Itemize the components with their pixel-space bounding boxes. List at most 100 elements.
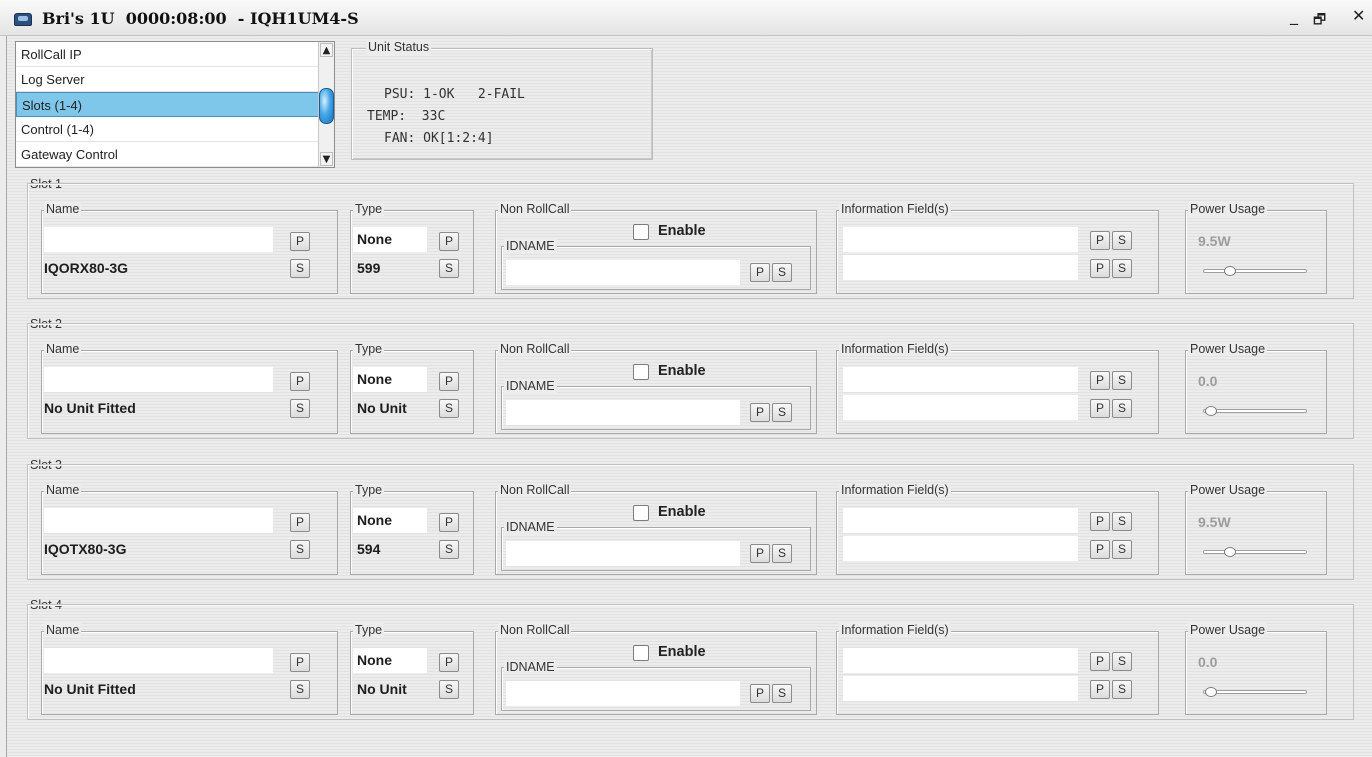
power-slider-track[interactable] [1203, 690, 1307, 694]
minimize-button[interactable]: _ [1290, 6, 1298, 25]
type-top-value: None [357, 371, 392, 387]
name-s-button[interactable]: S [290, 680, 310, 699]
info-input-2[interactable] [843, 536, 1078, 561]
info1-s-button[interactable]: S [1112, 371, 1132, 390]
list-item-log-server[interactable]: Log Server [16, 67, 322, 92]
idname-label: IDNAME [504, 660, 557, 674]
idname-p-button[interactable]: P [750, 403, 770, 422]
idname-input[interactable] [506, 260, 740, 285]
name-input[interactable] [44, 227, 273, 252]
idname-input[interactable] [506, 681, 740, 706]
idname-s-button[interactable]: S [772, 544, 792, 563]
type-s-button[interactable]: S [439, 680, 459, 699]
type-s-button[interactable]: S [439, 399, 459, 418]
type-s-button[interactable]: S [439, 540, 459, 559]
idname-s-button[interactable]: S [772, 403, 792, 422]
power-value: 0.0 [1198, 654, 1218, 670]
power-slider-thumb[interactable] [1223, 266, 1236, 276]
power-slider-thumb[interactable] [1205, 687, 1217, 697]
name-p-button[interactable]: P [290, 232, 310, 251]
list-item-control[interactable]: Control (1-4) [16, 117, 322, 142]
info2-p-button[interactable]: P [1090, 399, 1110, 418]
list-item-gateway-control[interactable]: Gateway Control [16, 142, 322, 167]
type-p-button[interactable]: P [439, 653, 459, 672]
temp-status: TEMP: 33C [367, 109, 446, 124]
info2-p-button[interactable]: P [1090, 259, 1110, 278]
restore-button[interactable]: 🗗 [1313, 9, 1326, 33]
info-input-2[interactable] [843, 676, 1078, 701]
info2-s-button[interactable]: S [1112, 680, 1132, 699]
enable-checkbox[interactable] [633, 224, 649, 240]
power-group-label: Power Usage [1188, 623, 1268, 637]
info1-p-button[interactable]: P [1090, 231, 1110, 250]
power-group-label: Power Usage [1188, 483, 1268, 497]
info-input-1[interactable] [843, 227, 1078, 252]
power-slider-thumb[interactable] [1205, 406, 1217, 416]
info-group: Information Field(s) P S P S [836, 342, 1159, 434]
non-rollcall-group: Non RollCall Enable IDNAME P S [495, 483, 817, 575]
info2-p-button[interactable]: P [1090, 540, 1110, 559]
type-p-button[interactable]: P [439, 513, 459, 532]
info2-s-button[interactable]: S [1112, 259, 1132, 278]
name-s-button[interactable]: S [290, 259, 310, 278]
enable-checkbox[interactable] [633, 364, 649, 380]
name-input[interactable] [44, 508, 273, 533]
info-input-2[interactable] [843, 395, 1078, 420]
type-p-button[interactable]: P [439, 232, 459, 251]
idname-p-button[interactable]: P [750, 684, 770, 703]
slot-frame: Name P S IQOTX80-3G Type None P S 594 No… [27, 464, 1354, 580]
scroll-down-button[interactable]: ▼ [320, 152, 333, 166]
enable-checkbox[interactable] [633, 645, 649, 661]
enable-checkbox[interactable] [633, 505, 649, 521]
power-slider-track[interactable] [1203, 269, 1307, 273]
list-scrollbar[interactable]: ▲ ▼ [318, 42, 334, 167]
name-input[interactable] [44, 367, 273, 392]
info-input-2[interactable] [843, 255, 1078, 280]
info2-p-button[interactable]: P [1090, 680, 1110, 699]
info2-s-button[interactable]: S [1112, 540, 1132, 559]
name-input[interactable] [44, 648, 273, 673]
unit-status-label: Unit Status [366, 40, 432, 54]
idname-p-button[interactable]: P [750, 263, 770, 282]
window-titlebar[interactable]: Bri's 1U 0000:08:00 - IQH1UM4-S _ 🗗 ✕ [0, 0, 1372, 36]
enable-label: Enable [658, 644, 706, 660]
scroll-thumb[interactable] [319, 88, 334, 124]
type-group-label: Type [353, 623, 385, 637]
slot-frame: Name P S IQORX80-3G Type None P S 599 No… [27, 183, 1354, 299]
info-input-1[interactable] [843, 648, 1078, 673]
info1-s-button[interactable]: S [1112, 652, 1132, 671]
category-list[interactable]: RollCall IP Log Server Slots (1-4) Contr… [15, 41, 335, 168]
name-s-button[interactable]: S [290, 399, 310, 418]
power-group-label: Power Usage [1188, 342, 1268, 356]
info1-s-button[interactable]: S [1112, 512, 1132, 531]
idname-group: IDNAME P S [501, 660, 811, 711]
idname-p-button[interactable]: P [750, 544, 770, 563]
type-s-button[interactable]: S [439, 259, 459, 278]
scroll-up-button[interactable]: ▲ [320, 43, 333, 57]
type-p-button[interactable]: P [439, 372, 459, 391]
info-input-1[interactable] [843, 367, 1078, 392]
info-input-1[interactable] [843, 508, 1078, 533]
name-p-button[interactable]: P [290, 653, 310, 672]
power-slider-track[interactable] [1203, 409, 1307, 413]
power-group: Power Usage 0.0 [1185, 623, 1327, 715]
enable-label: Enable [658, 504, 706, 520]
power-slider-thumb[interactable] [1223, 547, 1236, 557]
idname-s-button[interactable]: S [772, 263, 792, 282]
info2-s-button[interactable]: S [1112, 399, 1132, 418]
info1-p-button[interactable]: P [1090, 652, 1110, 671]
info1-p-button[interactable]: P [1090, 371, 1110, 390]
list-item-slots[interactable]: Slots (1-4) [16, 92, 322, 117]
idname-input[interactable] [506, 541, 740, 566]
close-button[interactable]: ✕ [1352, 6, 1365, 25]
idname-s-button[interactable]: S [772, 684, 792, 703]
info-group-label: Information Field(s) [839, 483, 951, 497]
name-p-button[interactable]: P [290, 513, 310, 532]
info1-p-button[interactable]: P [1090, 512, 1110, 531]
power-slider-track[interactable] [1203, 550, 1307, 554]
info1-s-button[interactable]: S [1112, 231, 1132, 250]
list-item-rollcall-ip[interactable]: RollCall IP [16, 42, 322, 67]
idname-input[interactable] [506, 400, 740, 425]
name-p-button[interactable]: P [290, 372, 310, 391]
name-s-button[interactable]: S [290, 540, 310, 559]
